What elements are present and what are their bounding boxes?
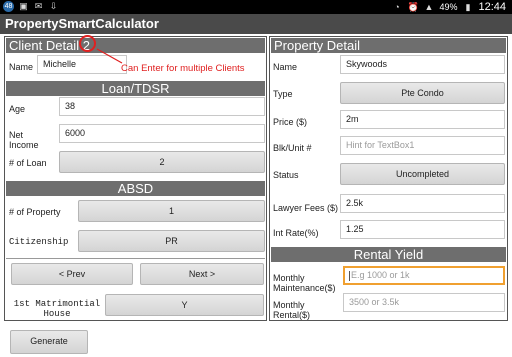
property-name-label: Name: [273, 62, 298, 72]
num-property-label: # of Property: [9, 207, 61, 217]
generate-button[interactable]: Generate: [10, 330, 88, 354]
client-name-input[interactable]: Michelle: [37, 55, 127, 74]
property-detail-header: Property Detail: [271, 38, 506, 53]
annotation-text: Can Enter for multiple Clients: [121, 63, 245, 74]
signal-icon: ▲: [424, 1, 434, 12]
num-property-selector[interactable]: 1: [78, 200, 265, 222]
absd-header: ABSD: [6, 181, 265, 196]
client-name-label: Name: [9, 62, 34, 72]
blk-unit-input[interactable]: Hint for TextBox1: [340, 136, 505, 155]
lawyer-fees-label: Lawyer Fees ($): [273, 203, 339, 213]
client-panel: Client Detail 2 Name Michelle Loan/TDSR …: [4, 36, 267, 321]
maintenance-hint: E.g 1000 or 1k: [351, 270, 410, 280]
battery-icon: ▮: [465, 1, 471, 12]
clock: 12:44: [478, 1, 506, 13]
matrimonial-selector[interactable]: Y: [105, 294, 264, 316]
battery-percent: 49%: [439, 2, 458, 12]
rental-input[interactable]: 3500 or 3.5k: [343, 293, 505, 312]
matrimonial-label: 1st Matrimontial House: [13, 299, 101, 319]
blk-unit-label: Blk/Unit #: [273, 143, 312, 153]
rental-label: Monthly Rental($): [273, 300, 311, 320]
status-bar: 48 ▣ ✉ ⇩ ◔ ⏰ ▲ 49% ▮ 12:44: [0, 0, 512, 14]
age-label: Age: [9, 104, 26, 114]
prev-button[interactable]: < Prev: [11, 263, 133, 285]
num-loan-selector[interactable]: 2: [59, 151, 265, 173]
wifi-icon: ◔: [394, 1, 400, 12]
image-icon: ▣: [19, 1, 28, 11]
app-title-bar: PropertySmartCalculator: [0, 14, 512, 34]
citizenship-label: Citizenship: [9, 237, 69, 247]
annotation-circle: [79, 35, 96, 52]
notification-badge-icon: 48: [3, 1, 14, 12]
app-title: PropertySmartCalculator: [5, 16, 159, 31]
next-button[interactable]: Next >: [140, 263, 264, 285]
type-selector[interactable]: Pte Condo: [340, 82, 505, 104]
download-icon: ⇩: [49, 1, 58, 11]
property-panel: Property Detail Name Skywoods Type Pte C…: [269, 36, 508, 321]
num-loan-label: # of Loan: [9, 158, 47, 168]
interest-rate-label: Int Rate(%): [273, 228, 319, 238]
type-label: Type: [273, 89, 293, 99]
status-selector[interactable]: Uncompleted: [340, 163, 505, 185]
maintenance-input[interactable]: E.g 1000 or 1k: [343, 266, 505, 285]
maintenance-label: Monthly Maintenance($): [273, 273, 336, 293]
rental-yield-header: Rental Yield: [271, 247, 506, 262]
age-input[interactable]: 38: [59, 97, 265, 116]
property-name-input[interactable]: Skywoods: [340, 55, 505, 74]
price-input[interactable]: 2m: [340, 110, 505, 129]
alarm-icon: ⏰: [407, 1, 419, 12]
loan-tdsr-header: Loan/TDSR: [6, 81, 265, 96]
text-caret: [349, 270, 350, 281]
citizenship-selector[interactable]: PR: [78, 230, 265, 252]
net-income-input[interactable]: 6000: [59, 124, 265, 143]
price-label: Price ($): [273, 117, 308, 127]
net-income-label: Net Income: [9, 130, 39, 150]
lawyer-fees-input[interactable]: 2.5k: [340, 194, 505, 213]
divider: [6, 258, 265, 259]
interest-rate-input[interactable]: 1.25: [340, 220, 505, 239]
status-label: Status: [273, 170, 299, 180]
mail-icon: ✉: [34, 1, 43, 11]
client-detail-header: Client Detail 2: [6, 38, 265, 53]
